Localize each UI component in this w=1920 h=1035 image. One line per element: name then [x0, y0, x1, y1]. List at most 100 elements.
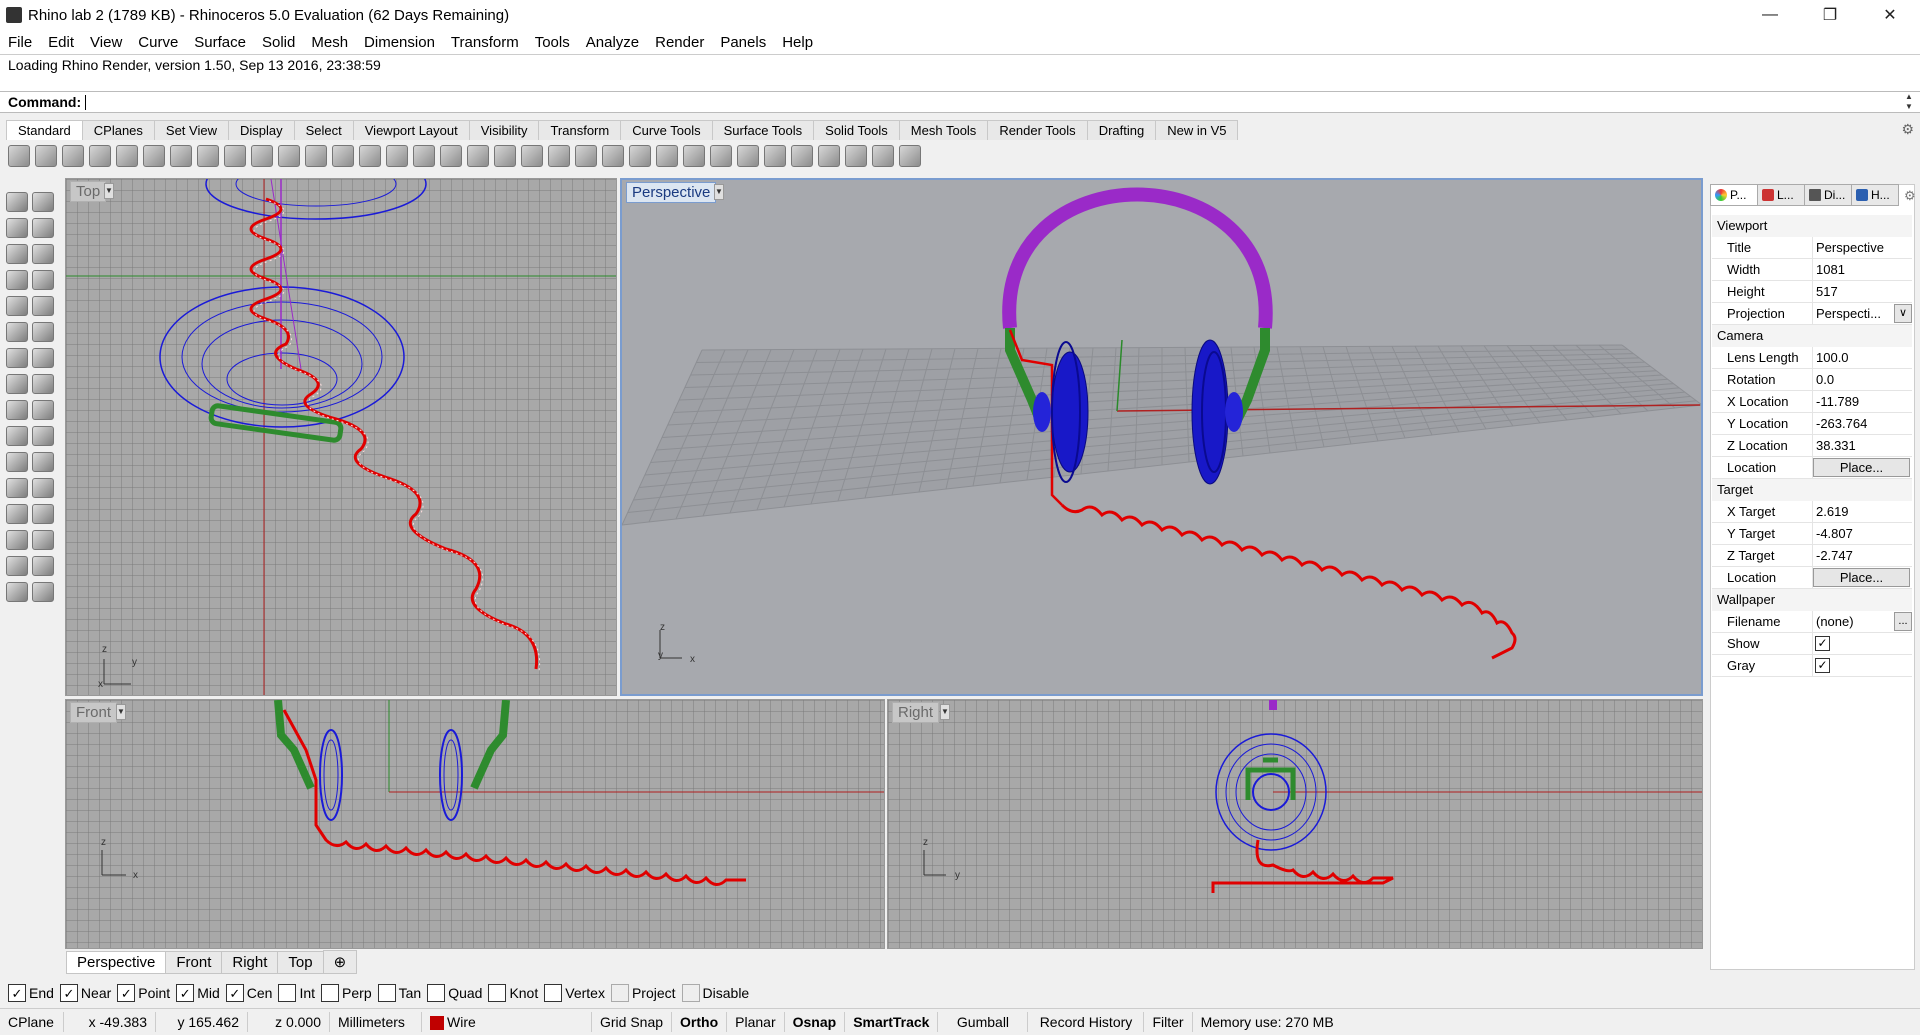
solid-box-icon[interactable] [6, 348, 28, 368]
status-units[interactable]: Millimeters [330, 1012, 422, 1032]
osnap-vertex-checkbox[interactable] [544, 984, 563, 1002]
sphere-icon[interactable] [32, 348, 54, 368]
open-icon[interactable] [35, 145, 57, 167]
undo-icon[interactable] [224, 145, 246, 167]
status-ortho[interactable]: Ortho [672, 1012, 728, 1032]
tab-viewport-layout[interactable]: Viewport Layout [352, 120, 470, 140]
close-button[interactable]: ✕ [1860, 0, 1920, 30]
boolean-icon[interactable] [6, 426, 28, 446]
cage-icon[interactable] [872, 145, 894, 167]
toolbar-gear-icon[interactable]: ⚙ [1901, 121, 1914, 138]
viewport-front-label[interactable]: Front [70, 702, 118, 723]
panel-tab-help[interactable]: H... [1851, 184, 1899, 206]
osnap-cen[interactable]: ✓ Cen [225, 984, 272, 1002]
menu-mesh[interactable]: Mesh [303, 34, 356, 51]
cylinder-icon[interactable] [6, 374, 28, 394]
panel-tab-layers[interactable]: L... [1757, 184, 1805, 206]
prop-value-rotation[interactable]: 0.0 [1816, 372, 1834, 387]
block-icon[interactable] [6, 556, 28, 576]
vtab-add-icon[interactable]: ⊕ [322, 950, 358, 974]
maximize-button[interactable]: ❐ [1800, 0, 1860, 30]
menu-panels[interactable]: Panels [712, 34, 774, 51]
show-checkbox[interactable]: ✓ [1815, 636, 1830, 651]
osnap-quad-checkbox[interactable] [427, 984, 446, 1002]
tab-standard[interactable]: Standard [6, 120, 83, 140]
prop-value-x-location[interactable]: -11.789 [1816, 394, 1859, 409]
material-icon[interactable] [656, 145, 678, 167]
osnap-project-checkbox[interactable] [610, 984, 629, 1002]
status-osnap[interactable]: Osnap [785, 1012, 846, 1032]
tab-render-tools[interactable]: Render Tools [987, 120, 1088, 140]
tab-cplanes[interactable]: CPlanes [81, 120, 155, 140]
menu-render[interactable]: Render [647, 34, 712, 51]
tab-display[interactable]: Display [227, 120, 295, 140]
curve-icon[interactable] [32, 218, 54, 238]
osnap-int-checkbox[interactable] [278, 984, 297, 1002]
fillet-icon[interactable] [6, 400, 28, 420]
hatch-icon[interactable] [32, 530, 54, 550]
tab-curve-tools[interactable]: Curve Tools [620, 120, 713, 140]
menu-edit[interactable]: Edit [40, 34, 82, 51]
rectangle-icon[interactable] [32, 270, 54, 290]
viewport-perspective[interactable]: Perspective ▼ z y x [620, 178, 1703, 696]
osnap-knot-checkbox[interactable] [488, 984, 507, 1002]
menu-solid[interactable]: Solid [254, 34, 303, 51]
menu-analyze[interactable]: Analyze [578, 34, 647, 51]
layer-icon[interactable] [791, 145, 813, 167]
menu-surface[interactable]: Surface [186, 34, 254, 51]
osnap-point[interactable]: ✓ Point [117, 984, 170, 1002]
prop-value-projection[interactable]: Perspecti... [1816, 306, 1881, 321]
vtab-front[interactable]: Front [165, 950, 223, 974]
status-planar[interactable]: Planar [727, 1012, 785, 1032]
viewport-front[interactable]: Front ▼ z x [65, 699, 885, 949]
panel-tab-display[interactable]: Di... [1804, 184, 1852, 206]
move-icon[interactable] [278, 145, 300, 167]
osnap-disable-checkbox[interactable] [681, 984, 700, 1002]
display-icon[interactable] [764, 145, 786, 167]
minimize-button[interactable]: — [1740, 0, 1800, 30]
viewport-top-menu-arrow[interactable]: ▼ [104, 183, 114, 199]
command-scroll-arrows[interactable]: ▲ ▼ [1902, 92, 1916, 112]
mesh-icon[interactable] [32, 374, 54, 394]
menu-curve[interactable]: Curve [130, 34, 186, 51]
polygon-icon[interactable] [6, 296, 28, 316]
osnap-end[interactable]: ✓ End [8, 984, 54, 1002]
osnap-near-checkbox[interactable]: ✓ [59, 984, 78, 1002]
prop-value-x-target[interactable]: 2.619 [1816, 504, 1849, 519]
menu-help[interactable]: Help [774, 34, 821, 51]
viewport-right-menu-arrow[interactable]: ▼ [940, 704, 950, 720]
gear-tools-icon[interactable] [818, 145, 840, 167]
prop-value-width[interactable]: 1081 [1816, 262, 1845, 277]
osnap-mid-checkbox[interactable]: ✓ [176, 984, 195, 1002]
vtab-perspective[interactable]: Perspective [66, 950, 167, 974]
viewport-perspective-label[interactable]: Perspective [626, 182, 717, 203]
analyze-icon[interactable] [32, 504, 54, 524]
menu-view[interactable]: View [82, 34, 130, 51]
tab-new-in-v5[interactable]: New in V5 [1155, 120, 1239, 140]
status-record-history[interactable]: Record History [1028, 1012, 1145, 1032]
lock-icon[interactable] [602, 145, 624, 167]
import-icon[interactable] [116, 145, 138, 167]
grid-icon[interactable] [521, 145, 543, 167]
vtab-top[interactable]: Top [277, 950, 324, 974]
group-icon[interactable] [6, 582, 28, 602]
snap-icon[interactable] [845, 145, 867, 167]
status-layer[interactable]: Wire [422, 1012, 592, 1032]
light-icon[interactable] [575, 145, 597, 167]
zoom-extents-icon[interactable] [359, 145, 381, 167]
loft-icon[interactable] [32, 322, 54, 342]
status-cplane[interactable]: CPlane [0, 1012, 64, 1032]
join-icon[interactable] [6, 452, 28, 472]
circle-icon[interactable] [6, 244, 28, 264]
status-gumball[interactable]: Gumball [938, 1012, 1029, 1032]
osnap-vertex[interactable]: Vertex [544, 984, 605, 1002]
status-filter[interactable]: Filter [1144, 1012, 1193, 1032]
prop-value-z-target[interactable]: -2.747 [1816, 548, 1853, 563]
gray-checkbox[interactable]: ✓ [1815, 658, 1830, 673]
polyline-icon[interactable] [6, 218, 28, 238]
render-icon[interactable] [683, 145, 705, 167]
tab-transform[interactable]: Transform [538, 120, 622, 140]
menu-dimension[interactable]: Dimension [356, 34, 443, 51]
projection-dropdown-arrow[interactable]: ∨ [1894, 304, 1912, 323]
osnap-project[interactable]: Project [610, 984, 676, 1002]
